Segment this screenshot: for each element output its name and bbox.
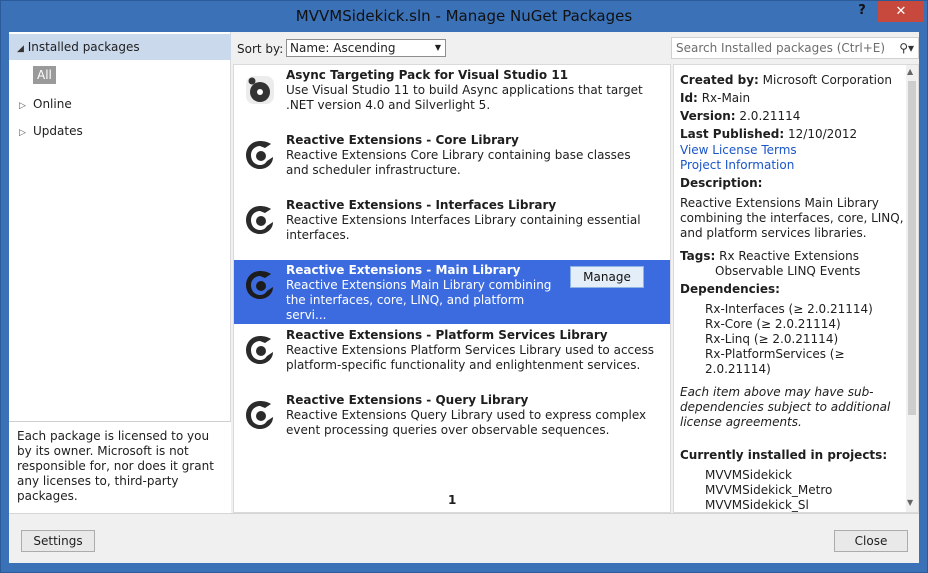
version-value: 2.0.21114 [739, 109, 801, 123]
package-title: Reactive Extensions - Interfaces Library [286, 198, 557, 212]
id-value: Rx-Main [701, 91, 751, 105]
title-bar: MVVMSidekick.sln - Manage NuGet Packages… [1, 1, 927, 32]
nav-all[interactable]: All [33, 66, 56, 84]
package-description: Reactive Extensions Query Library used t… [286, 408, 647, 437]
details-scrollbar[interactable]: ▲ ▼ [906, 65, 918, 512]
published-row: Last Published: 12/10/2012 [680, 127, 857, 141]
chevron-down-icon: ▼ [434, 43, 441, 52]
created-by-row: Created by: Microsoft Corporation [680, 73, 892, 87]
published-label: Last Published: [680, 127, 785, 141]
scroll-up-icon[interactable]: ▲ [907, 67, 913, 76]
nav-online-label: Online [33, 97, 72, 111]
page-number[interactable]: 1 [448, 493, 456, 507]
package-title: Async Targeting Pack for Visual Studio 1… [286, 68, 569, 82]
reactive-extensions-icon [246, 141, 273, 169]
description-line: combining the interfaces, core, LINQ, [680, 211, 904, 225]
search-icon[interactable]: ⚲▾ [899, 38, 914, 58]
collapsed-triangle-icon: ▷ [19, 101, 26, 111]
id-label: Id: [680, 91, 698, 105]
package-item[interactable]: Async Targeting Pack for Visual Studio 1… [234, 65, 670, 129]
project-item: MVVMSidekick_Sl [705, 498, 809, 512]
note-line: license agreements. [680, 415, 802, 429]
left-nav: ◢ Installed packages All ▷ Online ▷ Update… [9, 32, 231, 513]
nav-installed-packages[interactable]: ◢ Installed packages [9, 34, 231, 60]
package-item[interactable]: Reactive Extensions - Interfaces Library… [234, 195, 670, 259]
scroll-down-icon[interactable]: ▼ [907, 498, 913, 507]
dependency-item: Rx-PlatformServices (≥ [705, 347, 845, 361]
note-line: dependencies subject to additional [680, 400, 891, 414]
nav-online[interactable]: ▷ Online [19, 94, 72, 114]
reactive-extensions-icon [246, 271, 273, 299]
tags-label: Tags: [680, 249, 716, 263]
package-description: Reactive Extensions Main Library combini… [286, 278, 552, 322]
close-button[interactable]: Close [834, 530, 908, 552]
manage-button[interactable]: Manage [570, 266, 644, 288]
window-close-button[interactable]: ✕ [878, 1, 924, 22]
package-title: Reactive Extensions - Main Library [286, 263, 521, 277]
package-title: Reactive Extensions - Core Library [286, 133, 519, 147]
package-list: Async Targeting Pack for Visual Studio 1… [233, 64, 671, 513]
package-item[interactable]: Reactive Extensions - Platform Services … [234, 325, 670, 389]
package-item-selected[interactable]: Reactive Extensions - Main Library React… [234, 260, 670, 324]
published-value: 12/10/2012 [788, 127, 858, 141]
installed-projects-label: Currently installed in projects: [680, 448, 888, 462]
dependency-item: Rx-Interfaces (≥ 2.0.21114) [705, 302, 873, 316]
expanded-triangle-icon: ◢ [17, 44, 24, 54]
project-information-link[interactable]: Project Information [680, 158, 794, 172]
reactive-extensions-icon [246, 336, 273, 364]
sort-label: Sort by: [237, 42, 284, 56]
reactive-extensions-icon [246, 401, 273, 429]
description-line: Reactive Extensions Main Library [680, 196, 879, 210]
package-title: Reactive Extensions - Query Library [286, 393, 529, 407]
created-by-value: Microsoft Corporation [762, 73, 892, 87]
sort-dropdown[interactable]: Name: Ascending ▼ [286, 39, 446, 57]
tags-line: Rx Reactive Extensions [719, 249, 859, 263]
package-description: Reactive Extensions Platform Services Li… [286, 343, 655, 372]
view-license-link[interactable]: View License Terms [680, 143, 797, 157]
description-label: Description: [680, 176, 763, 190]
search-input[interactable]: Search Installed packages (Ctrl+E) ⚲▾ [671, 37, 919, 59]
version-label: Version: [680, 109, 736, 123]
dependency-item: Rx-Linq (≥ 2.0.21114) [705, 332, 839, 346]
package-item[interactable]: Reactive Extensions - Query Library Reac… [234, 390, 670, 454]
license-notice: Each package is licensed to you by its o… [9, 421, 231, 513]
settings-button[interactable]: Settings [21, 530, 95, 552]
dependency-item: Rx-Core (≥ 2.0.21114) [705, 317, 841, 331]
dependencies-label: Dependencies: [680, 282, 780, 296]
reactive-extensions-icon [246, 206, 273, 234]
search-placeholder: Search Installed packages (Ctrl+E) [676, 41, 886, 55]
project-item: MVVMSidekick_Metro [705, 483, 833, 497]
id-row: Id: Rx-Main [680, 91, 750, 105]
package-title: Reactive Extensions - Platform Services … [286, 328, 608, 342]
tags-line: Observable LINQ Events [715, 264, 861, 278]
description-line: and platform services libraries. [680, 226, 867, 240]
sort-value: Name: Ascending [290, 41, 396, 55]
dependency-item: 2.0.21114) [705, 362, 771, 376]
package-description: Reactive Extensions Core Library contain… [286, 148, 631, 177]
package-description: Use Visual Studio 11 to build Async appl… [286, 83, 643, 112]
async-package-icon [246, 76, 274, 104]
footer-bar: Settings Close [9, 513, 919, 563]
window-title: MVVMSidekick.sln - Manage NuGet Packages [295, 7, 633, 25]
created-by-label: Created by: [680, 73, 759, 87]
scroll-thumb[interactable] [908, 81, 916, 415]
package-details: Created by: Microsoft Corporation Id: Rx… [673, 64, 919, 513]
tags-row: Tags: Rx Reactive Extensions [680, 249, 859, 263]
note-line: Each item above may have sub- [680, 385, 874, 399]
nav-updates[interactable]: ▷ Updates [19, 121, 83, 141]
project-item: MVVMSidekick [705, 468, 792, 482]
help-button[interactable]: ? [853, 3, 871, 21]
dialog-body: ◢ Installed packages All ▷ Online ▷ Update… [9, 32, 919, 513]
version-row: Version: 2.0.21114 [680, 109, 800, 123]
nav-installed-label: Installed packages [27, 40, 140, 54]
package-item[interactable]: Reactive Extensions - Core Library React… [234, 130, 670, 194]
nuget-dialog: MVVMSidekick.sln - Manage NuGet Packages… [0, 0, 928, 573]
nav-updates-label: Updates [33, 124, 83, 138]
package-description: Reactive Extensions Interfaces Library c… [286, 213, 641, 242]
collapsed-triangle-icon: ▷ [19, 128, 26, 138]
